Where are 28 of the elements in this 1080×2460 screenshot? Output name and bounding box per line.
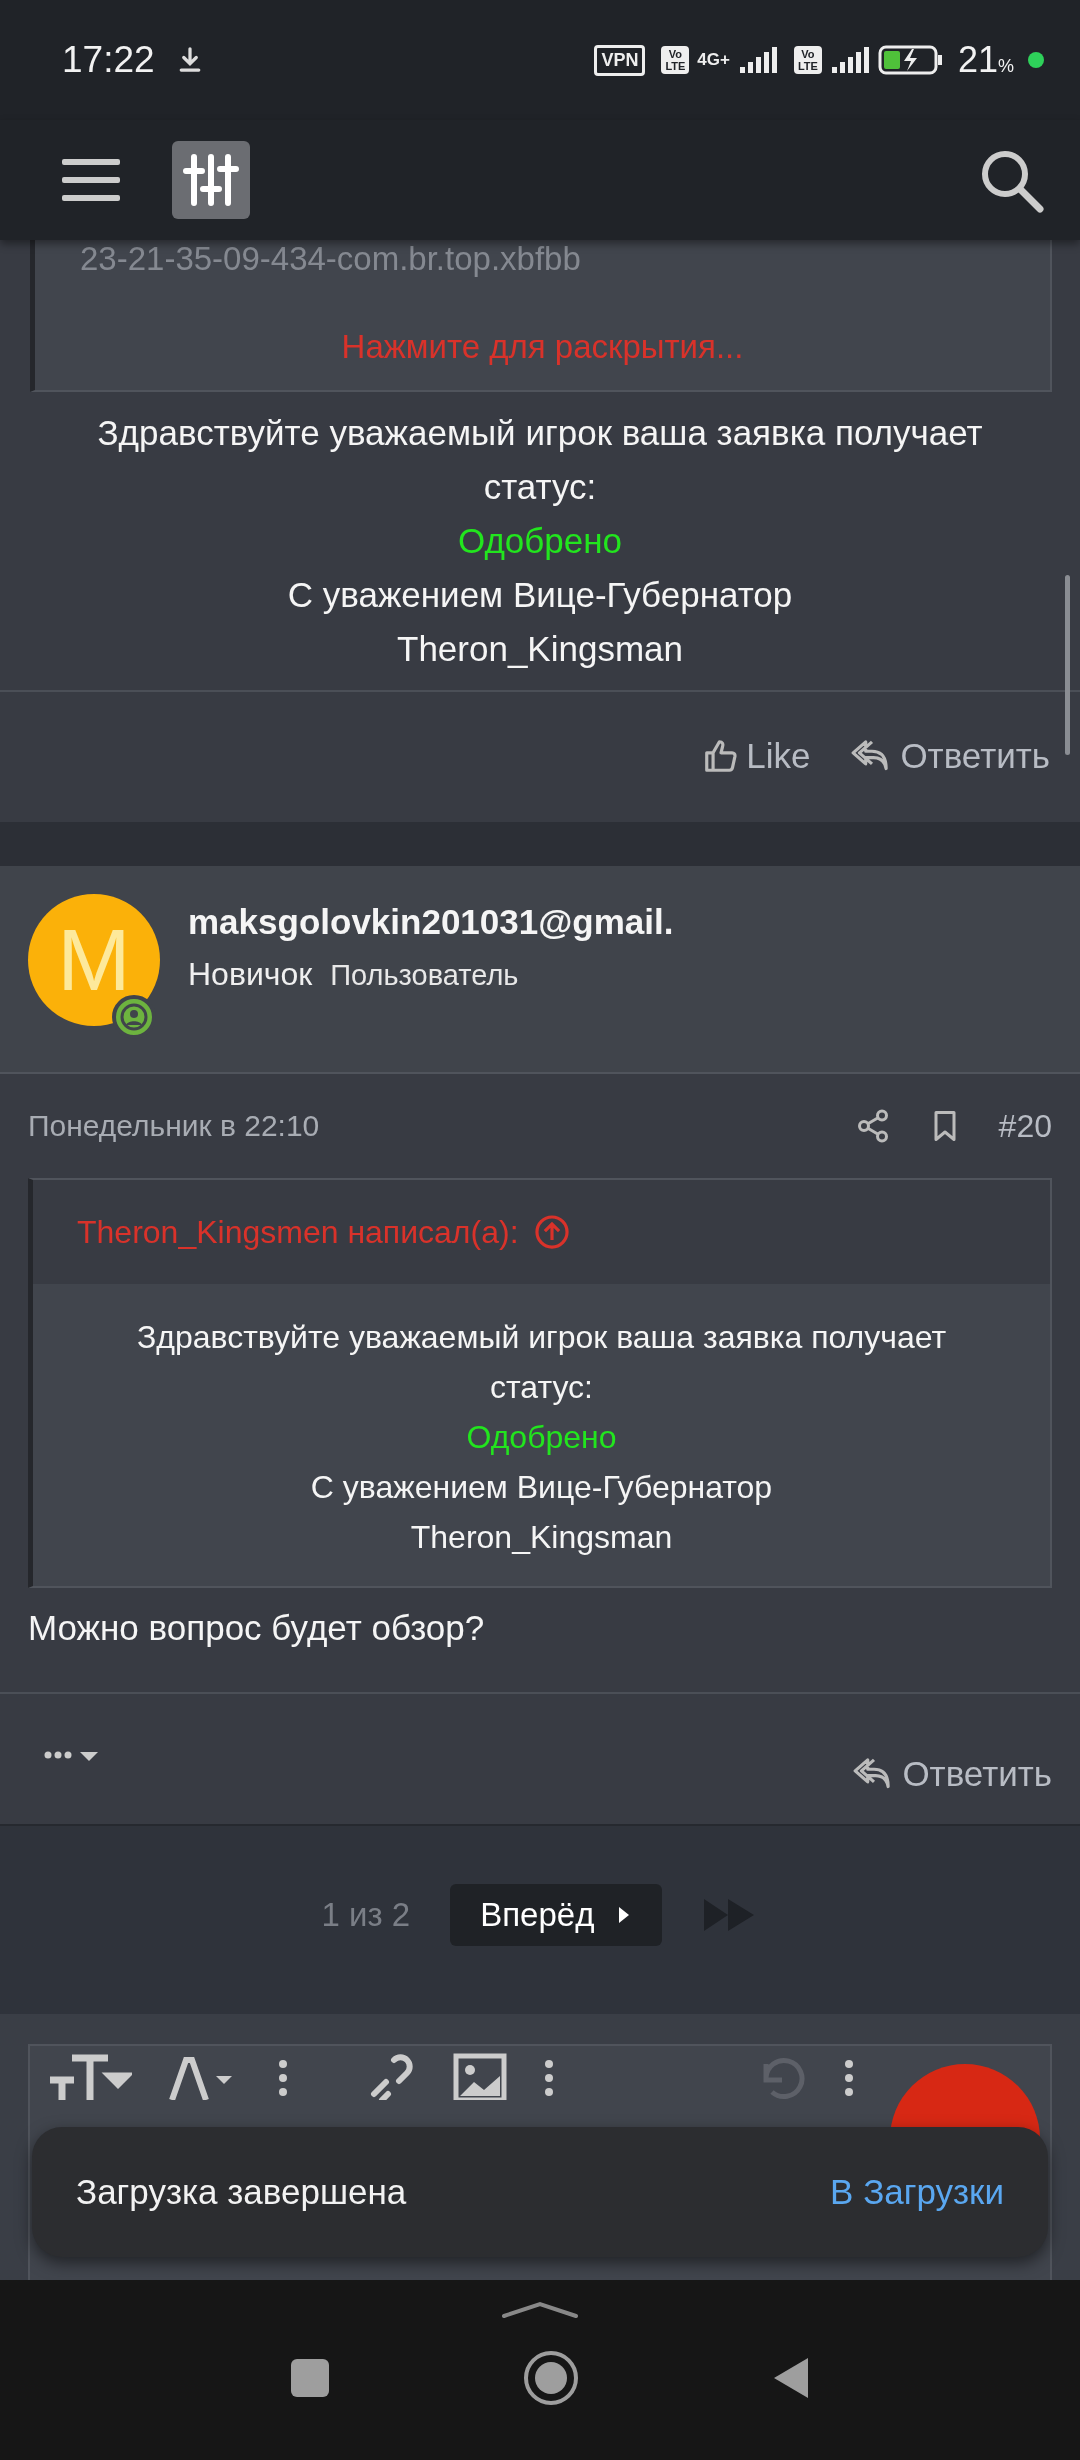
- message-line: Одобрено: [457, 520, 623, 562]
- quote-line: С уважением Вице-Губернатор: [310, 1468, 773, 1507]
- user-role: Пользователь: [330, 959, 519, 992]
- vpn-badge: VPN: [594, 44, 646, 76]
- file-name-text: 23-21-35-09-434-com.br.top.xbfbb: [80, 240, 581, 278]
- like-button[interactable]: Like: [702, 732, 811, 780]
- snackbar-message: Загрузка завершена: [76, 2172, 407, 2212]
- quote-line: Theron_Kingsman: [410, 1518, 673, 1557]
- volte-badge: Vo LTE: [793, 46, 822, 74]
- reply-button[interactable]: Ответить: [850, 732, 1050, 780]
- quote-line: Здравствуйте уважаемый игрок ваша заявка получает статус:: [135, 1318, 948, 1407]
- username[interactable]: maksgolovkin201031@gmail.: [188, 902, 674, 942]
- post-number[interactable]: #20: [998, 1107, 1052, 1145]
- network-type: 4G+: [697, 50, 730, 70]
- message-line: Здравствуйте уважаемый игрок ваша заявка получает статус:: [96, 412, 984, 508]
- post-date[interactable]: Понедельник в 22:10: [28, 1109, 320, 1143]
- open-downloads-button[interactable]: В Загрузки: [830, 2172, 1004, 2212]
- battery-percent: 21%: [957, 39, 1014, 81]
- reply-button[interactable]: Ответить: [852, 1750, 1052, 1798]
- next-page-button[interactable]: Вперёд: [450, 1884, 663, 1946]
- quote-line: Одобрено: [466, 1418, 617, 1457]
- post-text: Можно вопрос будет обзор?: [0, 1608, 1080, 1694]
- user-rank: Новичок: [188, 956, 313, 993]
- clock-time: 17:22: [62, 39, 155, 81]
- message-line: Theron_Kingsman: [397, 628, 683, 670]
- page-indicator: 1 из 2: [321, 1896, 411, 1934]
- message-line: С уважением Вице-Губернатор: [287, 574, 793, 616]
- volte-badge: Vo LTE: [661, 46, 690, 74]
